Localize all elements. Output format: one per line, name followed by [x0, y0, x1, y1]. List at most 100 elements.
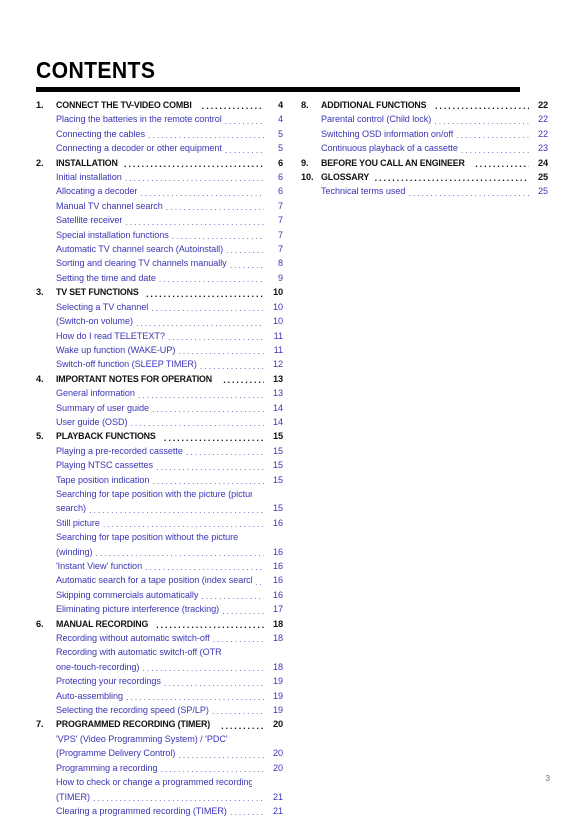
- toc-sub-entry[interactable]: Initial installation....................…: [36, 170, 283, 184]
- entry-page-number: 21: [272, 805, 283, 816]
- toc-sub-entry[interactable]: (Switch-on volume)......................…: [36, 314, 283, 328]
- entry-page-number: 10: [272, 316, 283, 327]
- toc-sub-entry[interactable]: Sorting and clearing TV channels manuall…: [36, 256, 283, 270]
- toc-sub-entry[interactable]: Special installation functions..........…: [36, 228, 283, 242]
- toc-sub-entry[interactable]: Technical terms used....................…: [301, 184, 548, 198]
- entry-page-number: 9: [277, 272, 283, 283]
- toc-sub-entry[interactable]: Switch-off function (SLEEP TIMER).......…: [36, 357, 283, 371]
- toc-sub-entry[interactable]: Allocating a decoder....................…: [36, 184, 283, 198]
- toc-sub-entry[interactable]: Playing NTSC cassettes..................…: [36, 458, 283, 472]
- toc-sub-entry[interactable]: Playing a pre-recorded cassette.........…: [36, 444, 283, 458]
- toc-sub-entry[interactable]: Connecting a decoder or other equipment.…: [36, 141, 283, 155]
- page-header: CONTENTS: [36, 58, 520, 92]
- dot-leader: ........................................…: [171, 232, 264, 242]
- toc-sub-entry[interactable]: Recording without automatic switch-off..…: [36, 631, 283, 645]
- entry-label: MANUAL RECORDING: [56, 618, 149, 629]
- dot-leader: ........................................…: [178, 347, 264, 357]
- toc-sub-entry[interactable]: How to check or change a programmed reco…: [36, 775, 283, 789]
- toc-sub-entry[interactable]: Summary of user guide...................…: [36, 401, 283, 415]
- toc-section-entry[interactable]: 3. TV SET FUNCTIONS......................…: [36, 285, 283, 299]
- entry-page-number: 13: [272, 388, 283, 399]
- dot-leader: ........................................…: [147, 131, 264, 141]
- entry-label: one-touch-recording): [56, 661, 140, 672]
- entry-label: Satellite receiver: [56, 215, 123, 226]
- toc-sub-entry[interactable]: How do I read TELETEXT?.................…: [36, 329, 283, 343]
- entry-label: INSTALLATION: [56, 157, 118, 168]
- entry-page-number: 13: [272, 373, 283, 384]
- toc-sub-entry[interactable]: Automatic search for a tape position (in…: [36, 573, 283, 587]
- toc-sub-entry[interactable]: Still picture...........................…: [36, 516, 283, 530]
- entry-page-number: 22: [537, 114, 548, 125]
- toc-sub-entry[interactable]: search).................................…: [36, 501, 283, 515]
- toc-sub-entry[interactable]: Clearing a programmed recording (TIMER).…: [36, 804, 283, 818]
- toc-sub-entry[interactable]: Connecting the cables...................…: [36, 127, 283, 141]
- dot-leader: ........................................…: [222, 606, 264, 616]
- toc-sub-entry[interactable]: User guide (OSD)........................…: [36, 415, 283, 429]
- dot-leader: ........................................…: [160, 765, 264, 775]
- toc-sub-entry[interactable]: one-touch-recording)....................…: [36, 660, 283, 674]
- toc-sub-entry[interactable]: Skipping commercials automatically......…: [36, 588, 283, 602]
- toc-sub-entry[interactable]: Continuous playback of a cassette.......…: [301, 141, 548, 155]
- entry-page-number: 20: [272, 719, 283, 730]
- toc-sub-entry[interactable]: 'VPS' (Video Programming System) / 'PDC': [36, 732, 283, 746]
- toc-sub-entry[interactable]: (winding)...............................…: [36, 545, 283, 559]
- entry-label: Auto-assembling: [56, 690, 123, 701]
- entry-label: User guide (OSD): [56, 416, 128, 427]
- entry-page-number: 18: [272, 661, 283, 672]
- entry-label: 'VPS' (Video Programming System) / 'PDC': [56, 733, 228, 744]
- toc-section-entry[interactable]: 9. BEFORE YOU CALL AN ENGINEER...........…: [301, 156, 548, 170]
- toc-sub-entry[interactable]: Selecting a TV channel..................…: [36, 300, 283, 314]
- toc-section-entry[interactable]: 8. ADDITIONAL FUNCTIONS..................…: [301, 98, 548, 112]
- toc-sub-entry[interactable]: Selecting the recording speed (SP/LP)...…: [36, 703, 283, 717]
- entry-label: Automatic search for a tape position (in…: [56, 575, 252, 586]
- dot-leader: ........................................…: [434, 116, 529, 126]
- toc-sub-entry[interactable]: Switching OSD information on/off........…: [301, 127, 548, 141]
- toc-sub-entry[interactable]: Automatic TV channel search (Autoinstall…: [36, 242, 283, 256]
- toc-sub-entry[interactable]: Manual TV channel search................…: [36, 199, 283, 213]
- dot-leader: ........................................…: [165, 203, 264, 213]
- toc-section-entry[interactable]: 10. GLOSSARY.............................…: [301, 170, 548, 184]
- toc-section-entry[interactable]: 1. CONNECT THE TV-VIDEO COMBI............…: [36, 98, 283, 112]
- toc-sub-entry[interactable]: Setting the time and date...............…: [36, 271, 283, 285]
- toc-section-entry[interactable]: 4. IMPORTANT NOTES FOR OPERATION.........…: [36, 372, 283, 386]
- toc-sub-entry[interactable]: Programming a recording.................…: [36, 761, 283, 775]
- toc-section-entry[interactable]: 7. PROGRAMMED RECORDING (TIMER)..........…: [36, 717, 283, 731]
- entry-label: BEFORE YOU CALL AN ENGINEER: [321, 157, 465, 168]
- toc-sub-entry[interactable]: Placing the batteries in the remote cont…: [36, 112, 283, 126]
- dot-leader: ........................................…: [475, 160, 529, 170]
- toc-sub-entry[interactable]: (Programme Delivery Control)............…: [36, 746, 283, 760]
- entry-label: Protecting your recordings: [56, 676, 161, 687]
- toc-sub-entry[interactable]: Recording with automatic switch-off (OTR: [36, 645, 283, 659]
- toc-sub-entry[interactable]: Eliminating picture interference (tracki…: [36, 602, 283, 616]
- entry-label: Selecting a TV channel: [56, 301, 149, 312]
- entry-label: Parental control (Child lock): [321, 114, 432, 125]
- toc-sub-entry[interactable]: Wake up function (WAKE-UP)..............…: [36, 343, 283, 357]
- entry-label: Playing a pre-recorded cassette: [56, 445, 183, 456]
- entry-page-number: 23: [537, 143, 548, 154]
- dot-leader: ........................................…: [102, 520, 264, 530]
- entry-label: ADDITIONAL FUNCTIONS: [321, 100, 427, 110]
- section-number: 10.: [301, 172, 314, 183]
- toc-section-entry[interactable]: 6. MANUAL RECORDING......................…: [36, 617, 283, 631]
- toc-sub-entry[interactable]: 'Instant View' function.................…: [36, 559, 283, 573]
- toc-sub-entry[interactable]: Parental control (Child lock)...........…: [301, 112, 548, 126]
- toc-sub-entry[interactable]: Protecting your recordings..............…: [36, 674, 283, 688]
- entry-label: How to check or change a programmed reco…: [56, 777, 252, 788]
- toc-sub-entry[interactable]: Searching for tape position without the …: [36, 530, 283, 544]
- toc-sub-entry[interactable]: Auto-assembling.........................…: [36, 689, 283, 703]
- toc-sub-entry[interactable]: General information.....................…: [36, 386, 283, 400]
- entry-label: Manual TV channel search: [56, 200, 163, 211]
- toc-section: 8. ADDITIONAL FUNCTIONS..................…: [301, 98, 548, 156]
- toc-sub-entry[interactable]: Satellite receiver......................…: [36, 213, 283, 227]
- toc-section-entry[interactable]: 5. PLAYBACK FUNCTIONS....................…: [36, 429, 283, 443]
- toc-columns: 1. CONNECT THE TV-VIDEO COMBI............…: [36, 98, 548, 818]
- entry-label: Switching OSD information on/off: [321, 128, 454, 139]
- dot-leader: ........................................…: [140, 188, 264, 198]
- dot-leader: ........................................…: [185, 448, 264, 458]
- section-number: 7.: [36, 719, 44, 730]
- toc-sub-entry[interactable]: Searching for tape position with the pic…: [36, 487, 283, 501]
- toc-sub-entry[interactable]: Tape position indication................…: [36, 473, 283, 487]
- entry-page-number: 16: [272, 589, 283, 600]
- toc-section-entry[interactable]: 2. INSTALLATION..........................…: [36, 156, 283, 170]
- toc-sub-entry[interactable]: (TIMER).................................…: [36, 790, 283, 804]
